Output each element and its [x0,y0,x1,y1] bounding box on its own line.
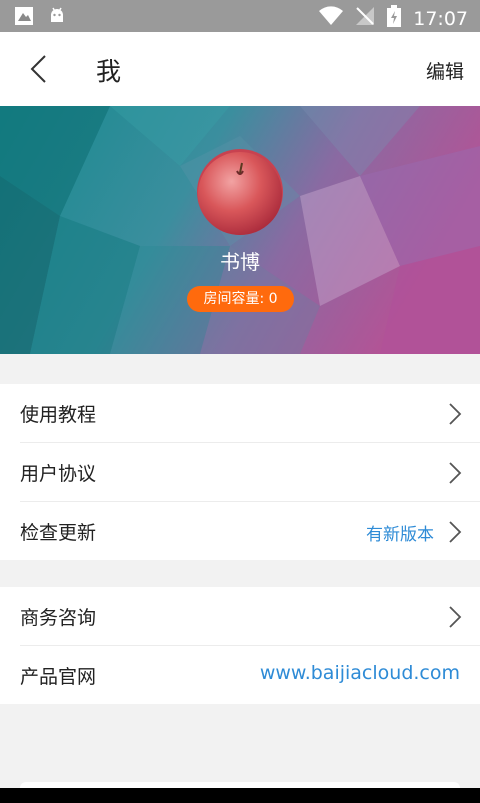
menu-item-label: 用户协议 [20,463,97,485]
menu-item-label: 商务咨询 [20,607,97,629]
menu-item-label: 检查更新 [20,522,97,544]
room-capacity-badge: 房间容量: 0 [187,286,294,312]
menu-item-label: 产品官网 [20,666,97,688]
menu-item-check-update[interactable]: 检查更新 有新版本 [20,502,480,560]
status-bar: 17:07 [0,0,480,32]
app-bar: 我 编辑 [0,32,480,106]
menu-group-general: 使用教程 用户协议 检查更新 有新版本 [0,384,480,560]
chevron-right-icon [449,462,462,484]
page-title: 我 [96,57,122,86]
profile-header: 书博 房间容量: 0 [0,106,480,354]
chevron-left-icon [30,55,46,83]
chevron-right-icon [449,403,462,425]
wifi-icon [319,6,344,31]
update-status-text: 有新版本 [366,525,434,545]
android-icon [48,7,66,29]
chevron-right-icon [449,521,462,543]
menu-item-business-consult[interactable]: 商务咨询 [20,587,480,646]
apple-avatar-image [197,149,283,235]
menu-item-user-agreement[interactable]: 用户协议 [20,443,480,502]
no-signal-icon [355,6,375,31]
status-time: 17:07 [413,7,468,30]
battery-charging-icon [387,5,402,32]
navigation-bar [0,788,480,803]
menu-group-business: 商务咨询 产品官网 www.baijiacloud.com [0,587,480,704]
notification-image-icon [14,6,34,30]
chevron-right-icon [449,606,462,628]
menu-item-official-site[interactable]: 产品官网 www.baijiacloud.com [20,646,480,704]
back-button[interactable] [22,52,56,86]
menu-item-tutorial[interactable]: 使用教程 [20,384,480,443]
avatar[interactable] [197,149,283,235]
menu-item-label: 使用教程 [20,404,97,426]
user-name: 书博 [220,250,260,274]
edit-button[interactable]: 编辑 [426,57,464,84]
official-site-link[interactable]: www.baijiacloud.com [260,662,460,684]
